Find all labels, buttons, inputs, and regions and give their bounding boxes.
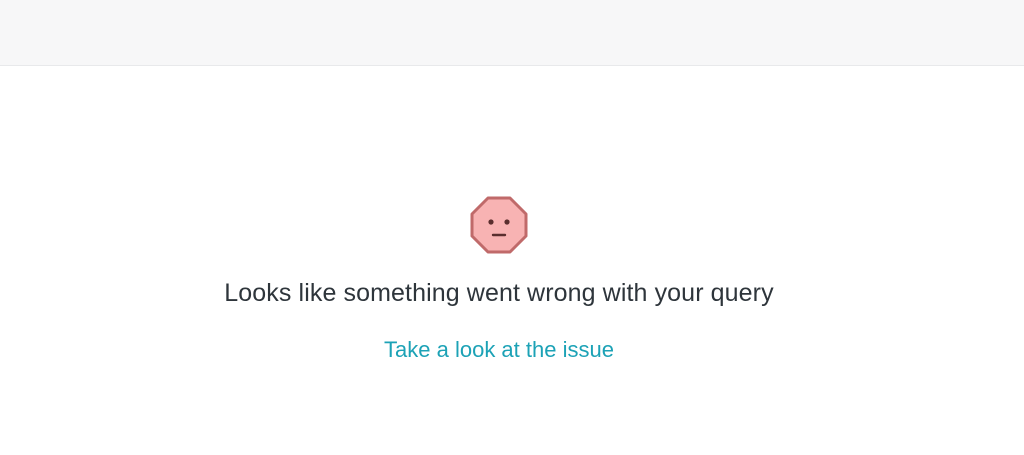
take-a-look-link[interactable]: Take a look at the issue [0, 335, 998, 365]
top-toolbar [0, 0, 1024, 66]
query-error-panel: Looks like something went wrong with you… [0, 66, 1024, 455]
sad-octagon-icon [470, 196, 528, 254]
error-message: Looks like something went wrong with you… [224, 279, 774, 307]
